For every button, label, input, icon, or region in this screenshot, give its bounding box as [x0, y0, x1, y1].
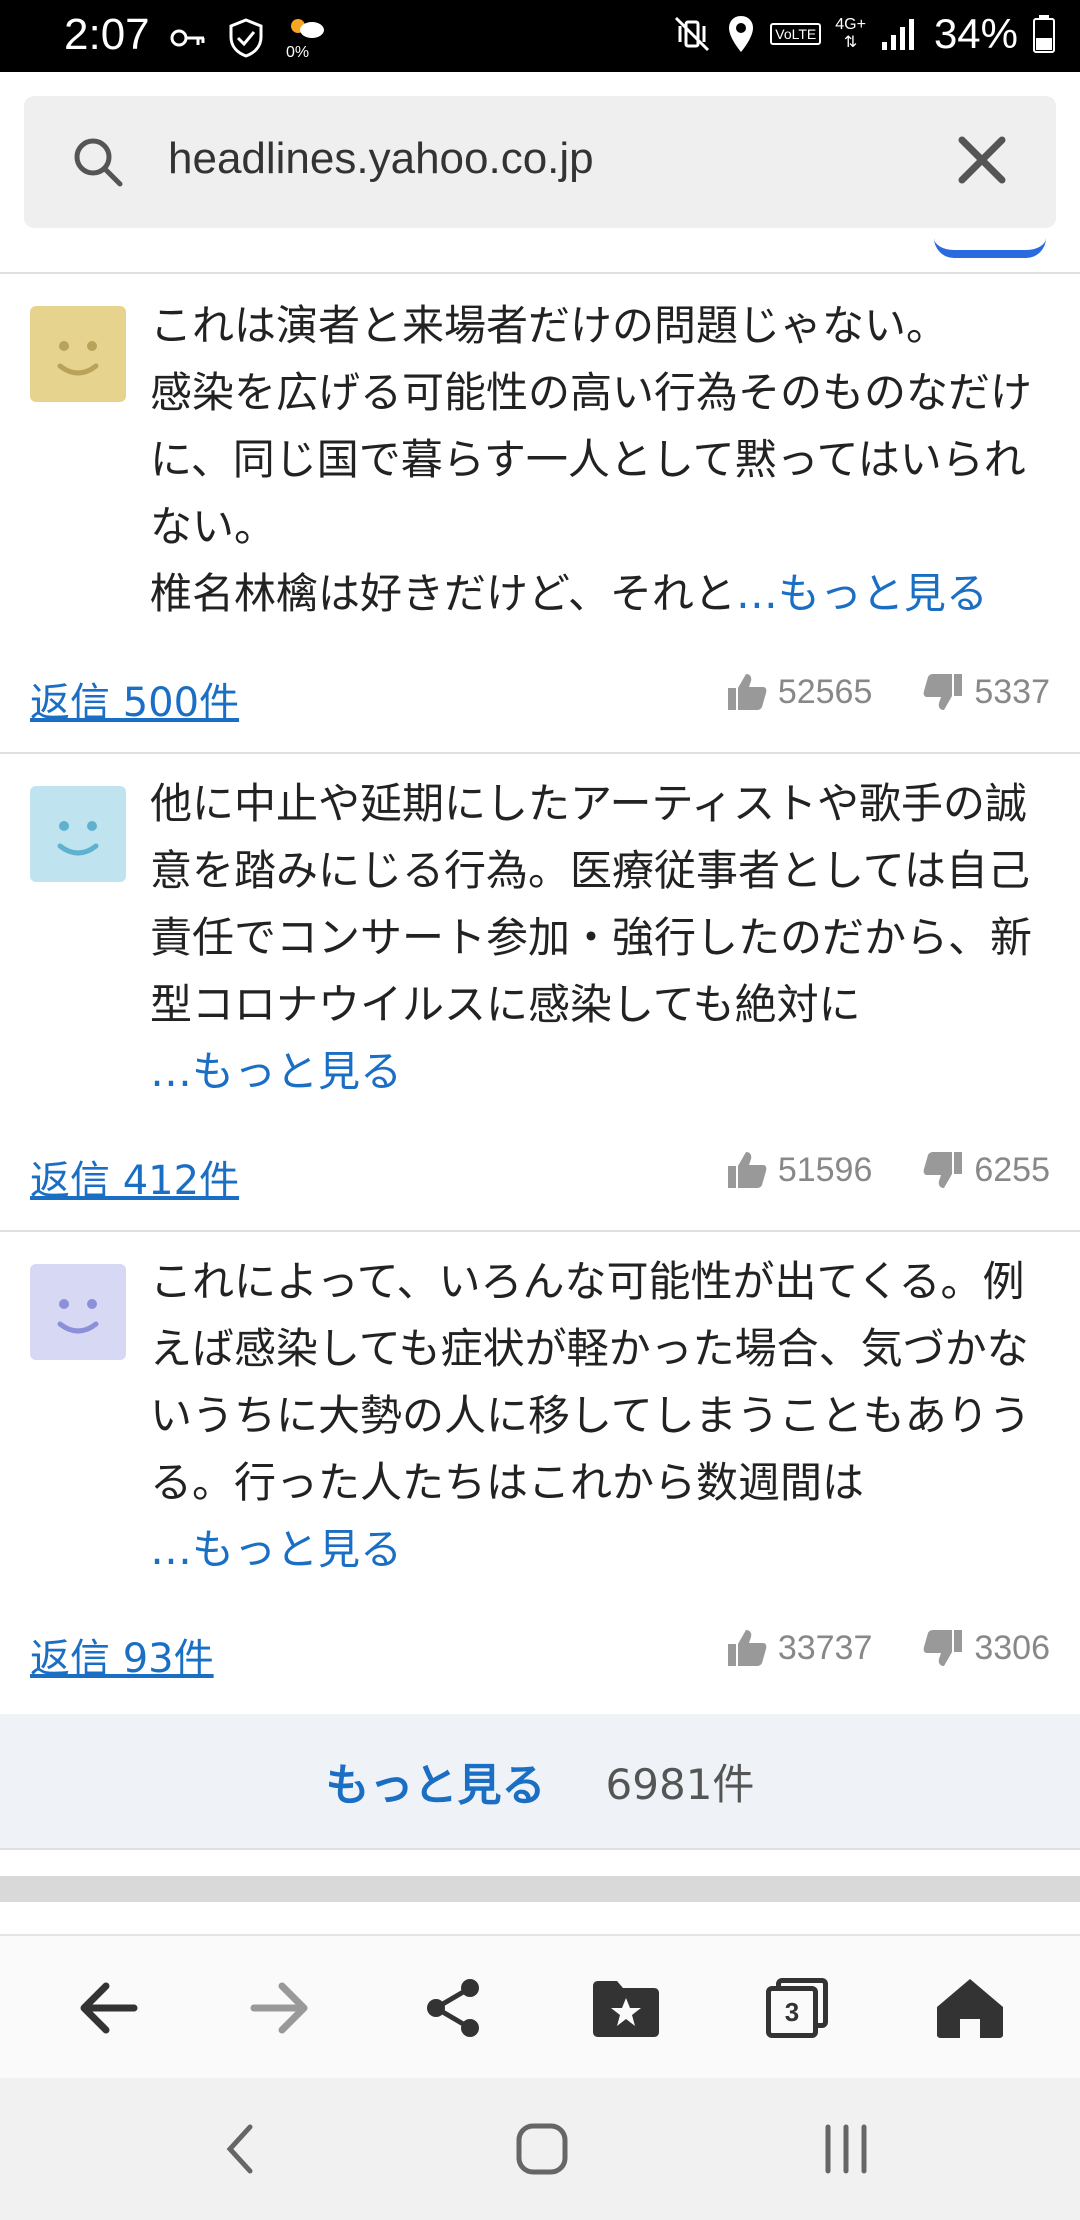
- reply-count-link[interactable]: 返信 500件: [30, 670, 239, 728]
- like-count: 51596: [777, 1150, 873, 1189]
- network-type-icon: 4G+ ⇅: [835, 16, 866, 52]
- status-time: 2:07: [64, 10, 150, 59]
- vote-counts: 51596 6255: [726, 1150, 1050, 1190]
- like-count: 33737: [777, 1628, 873, 1667]
- share-icon: [427, 1979, 479, 2037]
- weather-icon: 0%: [286, 14, 326, 62]
- shield-check-icon: [229, 18, 263, 58]
- comment-item: これによって、いろんな可能性が出てくる。例えば感染しても症状が軽かった場合、気づ…: [0, 1232, 1080, 1712]
- status-notification-icons: 0%: [170, 14, 326, 62]
- share-button[interactable]: [414, 1972, 494, 2044]
- tabs-button[interactable]: 3: [758, 1972, 838, 2044]
- network-type-label: 4G+: [835, 16, 866, 33]
- search-icon: [74, 138, 123, 187]
- home-icon: [937, 1979, 1003, 2038]
- url-bar[interactable]: headlines.yahoo.co.jp: [24, 96, 1056, 228]
- tabs-count: 3: [766, 1986, 818, 2038]
- back-button[interactable]: [68, 1972, 148, 2044]
- arrow-back-icon: [80, 1982, 138, 2034]
- system-recents-button[interactable]: [806, 2114, 886, 2184]
- thumbs-up-icon[interactable]: [726, 1150, 768, 1190]
- total-comment-count: 6981件: [605, 1759, 755, 1809]
- show-more-link[interactable]: …もっと見る: [736, 569, 988, 618]
- vibrate-mute-icon: [675, 16, 710, 52]
- reply-count-link[interactable]: 返信 412件: [30, 1148, 239, 1206]
- system-back-button[interactable]: [200, 2114, 280, 2184]
- smiley-face-icon: [57, 1299, 99, 1334]
- load-more-label: もっと見る: [325, 1760, 546, 1811]
- comment-body: 他に中止や延期にしたアーティストや歌手の誠意を踏みにじる行為。医療従事者としては…: [150, 779, 1033, 1029]
- thumbs-down-icon[interactable]: [922, 1628, 964, 1668]
- smiley-face-icon: [57, 341, 99, 376]
- forward-button[interactable]: [240, 1972, 320, 2044]
- browser-url-area: headlines.yahoo.co.jp: [0, 72, 1080, 272]
- vote-counts: 52565 5337: [726, 672, 1050, 712]
- chevron-left-icon: [226, 2124, 253, 2174]
- reply-count-link[interactable]: 返信 93件: [30, 1626, 214, 1684]
- smiley-face-icon: [57, 821, 99, 856]
- thumbs-down-icon[interactable]: [922, 1150, 964, 1190]
- load-more-comments-button[interactable]: もっと見る 6981件: [0, 1714, 1080, 1848]
- home-button[interactable]: [930, 1972, 1010, 2044]
- key-icon: [170, 29, 205, 47]
- dislike-count: 3306: [974, 1628, 1050, 1667]
- dislike-count: 6255: [974, 1150, 1050, 1189]
- avatar: [30, 306, 126, 402]
- bookmarks-button[interactable]: [586, 1972, 666, 2044]
- tabs-icon: 3: [766, 1978, 830, 2038]
- thumbs-up-icon[interactable]: [726, 1628, 768, 1668]
- thumbs-down-icon[interactable]: [922, 672, 964, 712]
- url-text[interactable]: headlines.yahoo.co.jp: [168, 134, 594, 184]
- status-right-icons: VoLTE 4G+ ⇅ 34%: [672, 10, 1056, 58]
- show-more-link[interactable]: …もっと見る: [150, 1525, 402, 1574]
- comment-text: これによって、いろんな可能性が出てくる。例えば感染しても症状が軽かった場合、気づ…: [150, 1248, 1050, 1583]
- data-arrows-icon: ⇅: [843, 34, 858, 51]
- dislike-count: 5337: [974, 672, 1050, 711]
- recents-lines-icon: [825, 2124, 867, 2174]
- toggle-switch[interactable]: [934, 238, 1046, 258]
- system-navigation-bar: [0, 2078, 1080, 2220]
- bookmark-folder-star-icon: [593, 1981, 659, 2037]
- volte-icon: VoLTE: [770, 23, 822, 45]
- like-count: 52565: [777, 672, 873, 711]
- comment-text: これは演者と来場者だけの問題じゃない。 感染を広げる可能性の高い行為そのものなだ…: [150, 292, 1050, 627]
- comment-item: 他に中止や延期にしたアーティストや歌手の誠意を踏みにじる行為。医療従事者としては…: [0, 754, 1080, 1230]
- battery-percent: 34%: [933, 10, 1018, 57]
- thumbs-up-icon[interactable]: [726, 672, 768, 712]
- avatar: [30, 1264, 126, 1360]
- avatar: [30, 786, 126, 882]
- arrow-forward-icon: [250, 1982, 308, 2034]
- comment-body: これによって、いろんな可能性が出てくる。例えば感染しても症状が軽かった場合、気づ…: [150, 1257, 1031, 1507]
- battery-icon: [1033, 15, 1055, 53]
- rounded-square-icon: [516, 2123, 568, 2175]
- system-home-button[interactable]: [502, 2114, 582, 2184]
- vote-counts: 33737 3306: [726, 1628, 1050, 1668]
- location-icon: [729, 16, 754, 52]
- browser-toolbar: 3: [0, 1934, 1080, 2078]
- weather-percent: 0%: [286, 44, 310, 61]
- show-more-link[interactable]: …もっと見る: [150, 1047, 402, 1096]
- close-icon[interactable]: [954, 132, 1010, 188]
- comment-text: 他に中止や延期にしたアーティストや歌手の誠意を踏みにじる行為。医療従事者としては…: [150, 770, 1050, 1105]
- status-bar: 2:07 0% VoLTE 4G+ ⇅ 34%: [0, 0, 1080, 72]
- page-end-band: [0, 1876, 1080, 1902]
- comment-item: これは演者と来場者だけの問題じゃない。 感染を広げる可能性の高い行為そのものなだ…: [0, 276, 1080, 752]
- url-area-divider: [0, 272, 1080, 274]
- signal-icon: [881, 19, 914, 50]
- section-divider: [0, 1848, 1080, 1850]
